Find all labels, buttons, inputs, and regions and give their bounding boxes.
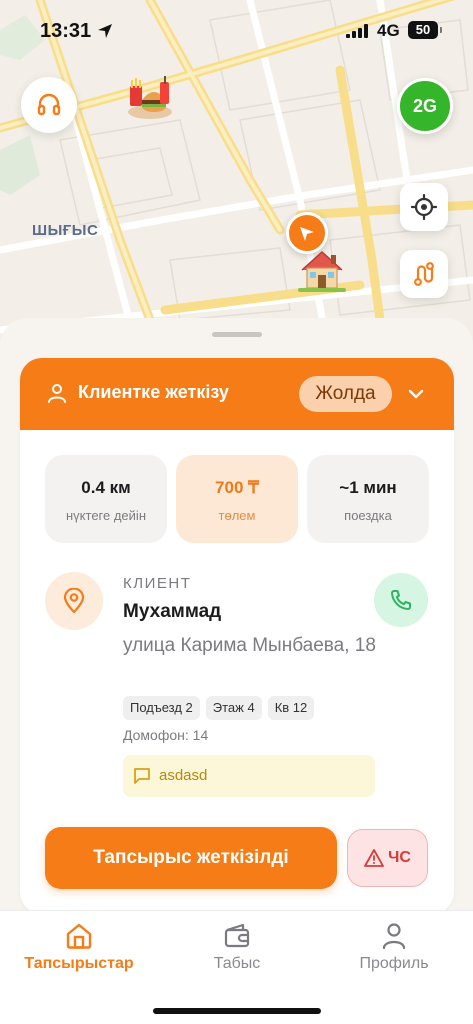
locate-me-button[interactable] bbox=[400, 183, 448, 231]
house-marker[interactable] bbox=[298, 248, 346, 292]
nav-orders-label: Тапсырыстар bbox=[24, 955, 134, 972]
navigation-arrow-icon bbox=[300, 227, 314, 241]
restaurant-marker[interactable] bbox=[124, 74, 174, 122]
delivery-card-header[interactable]: Клиентке жеткізу Жолда bbox=[20, 358, 454, 430]
stat-payment-label: төлем bbox=[218, 508, 256, 523]
call-client-button[interactable] bbox=[374, 573, 428, 627]
address-details: Подъезд 2 Этаж 4 Кв 12 bbox=[123, 696, 315, 720]
delivery-card: Клиентке жеткізу Жолда 0.4 км нүктеге де… bbox=[20, 358, 454, 914]
map-pin-icon bbox=[63, 588, 85, 614]
client-section-label: КЛИЕНТ bbox=[123, 575, 192, 592]
stat-distance-value: 0.4 км bbox=[81, 478, 131, 497]
home-icon bbox=[66, 923, 92, 949]
support-button[interactable] bbox=[21, 77, 77, 133]
network-type: 4G bbox=[377, 21, 400, 40]
chip-apartment: Кв 12 bbox=[267, 696, 315, 720]
route-icon bbox=[414, 262, 434, 286]
client-name: Мухаммад bbox=[123, 601, 222, 622]
warning-icon bbox=[364, 849, 384, 867]
emergency-button[interactable]: ЧС bbox=[347, 829, 428, 887]
stat-distance-label: нүктеге дейін bbox=[66, 508, 146, 523]
wallet-icon bbox=[224, 923, 250, 948]
delivery-card-title: Клиентке жеткізу bbox=[78, 382, 229, 402]
client-comment-text: asdasd bbox=[159, 767, 208, 784]
phone-icon bbox=[391, 590, 411, 610]
client-address: улица Карима Мынбаева, 18 bbox=[123, 635, 376, 656]
client-location-badge bbox=[45, 572, 103, 630]
bottom-navigation: Тапсырыстар Табыс Профиль bbox=[0, 910, 473, 1024]
order-status-pill: Жолда bbox=[299, 376, 392, 412]
status-bar: 13:31 4G 50 bbox=[0, 0, 473, 60]
user-icon bbox=[48, 384, 66, 403]
stat-trip-time-value: ~1 мин bbox=[339, 478, 397, 497]
battery-icon: 50 bbox=[408, 21, 442, 39]
cellular-signal-icon bbox=[346, 24, 368, 38]
chip-floor: Этаж 4 bbox=[205, 696, 262, 720]
sheet-drag-handle[interactable] bbox=[212, 332, 262, 337]
chevron-down-icon[interactable] bbox=[406, 384, 426, 404]
nav-orders[interactable]: Тапсырыстар bbox=[18, 921, 140, 973]
order-delivered-button[interactable]: Тапсырыс жеткізілді bbox=[45, 827, 337, 889]
user-icon bbox=[382, 923, 406, 950]
locate-icon bbox=[410, 193, 438, 221]
intercom-code: Домофон: 14 bbox=[123, 727, 209, 743]
chip-entrance: Подъезд 2 bbox=[123, 696, 200, 720]
client-comment: asdasd bbox=[123, 755, 375, 797]
stat-trip-time-label: поездка bbox=[344, 508, 392, 523]
nav-earnings[interactable]: Табыс bbox=[196, 921, 278, 973]
map-district-label: ШЫҒЫС bbox=[32, 222, 99, 239]
headphones-icon bbox=[37, 93, 61, 116]
nav-profile-label: Профиль bbox=[359, 955, 429, 972]
nav-earnings-label: Табыс bbox=[213, 955, 261, 972]
location-arrow-icon bbox=[98, 24, 112, 38]
status-time: 13:31 bbox=[40, 20, 92, 42]
comment-icon bbox=[134, 768, 150, 784]
stat-distance: 0.4 км нүктеге дейін bbox=[45, 455, 167, 543]
home-indicator bbox=[153, 1008, 321, 1014]
stat-trip-time: ~1 мин поездка bbox=[307, 455, 429, 543]
network-status-badge: 2G bbox=[397, 78, 453, 134]
nav-profile[interactable]: Профиль bbox=[349, 921, 439, 973]
route-button[interactable] bbox=[400, 250, 448, 298]
stat-payment: 700 ₸ төлем bbox=[176, 455, 298, 543]
stat-payment-value: 700 ₸ bbox=[215, 478, 259, 497]
emergency-button-label: ЧС bbox=[388, 849, 411, 866]
